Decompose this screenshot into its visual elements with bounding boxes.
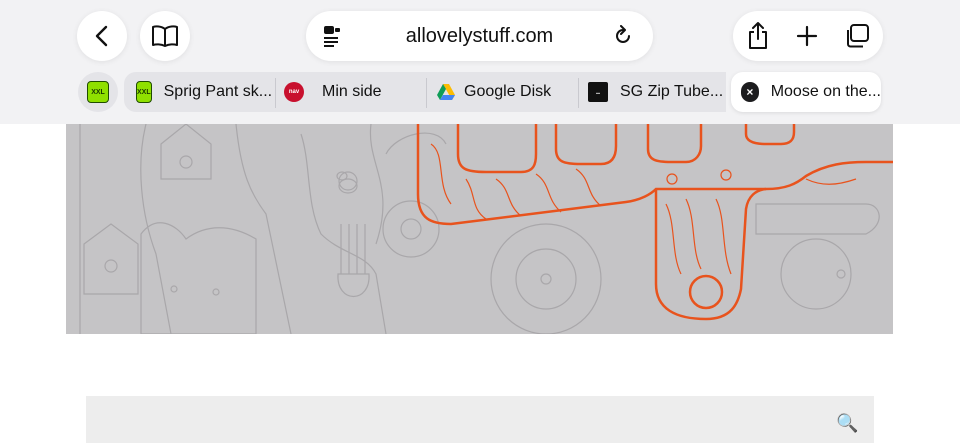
browser-toolbar: allovelystuff.com XXL XXL Sprig Pant sk.… — [0, 0, 960, 124]
tab-label: Moose on the... — [770, 83, 881, 100]
tab-sg-zip-tube[interactable]: ▬ SG Zip Tube... — [588, 72, 726, 112]
book-icon — [152, 25, 178, 47]
tab-strip: XXL XXL Sprig Pant sk... nav Min side Go… — [0, 72, 960, 114]
bookmarks-button[interactable] — [140, 11, 190, 61]
hero-illustration — [66, 124, 893, 334]
share-icon[interactable] — [746, 21, 770, 51]
sg-favicon: ▬ — [588, 82, 608, 102]
tab-label: SG Zip Tube... — [620, 83, 724, 100]
tab-min-side[interactable]: nav Min side — [284, 72, 422, 112]
search-icon[interactable]: 🔍 — [836, 413, 858, 434]
address-bar[interactable]: allovelystuff.com — [306, 11, 653, 61]
xxl-favicon: XXL — [136, 81, 152, 103]
tab-sprig-pant[interactable]: XXL Sprig Pant sk... — [136, 72, 272, 112]
tab-google-disk[interactable]: Google Disk — [436, 72, 574, 112]
right-toolbar-group — [733, 11, 883, 61]
url-text: allovelystuff.com — [405, 25, 554, 47]
tab-separator — [426, 78, 427, 108]
nav-favicon: nav — [284, 82, 304, 102]
close-icon[interactable]: × — [741, 82, 759, 102]
xxl-favicon: XXL — [87, 81, 109, 103]
tab-separator — [275, 78, 276, 108]
back-button[interactable] — [77, 11, 127, 61]
tab-separator — [578, 78, 579, 108]
search-bar[interactable] — [86, 396, 874, 443]
pinned-tab[interactable]: XXL — [78, 72, 118, 112]
tabs-icon[interactable] — [843, 23, 871, 49]
tab-label: Min side — [322, 83, 382, 100]
plus-icon[interactable] — [796, 25, 818, 47]
reload-icon[interactable] — [612, 25, 634, 47]
tab-moose-active[interactable]: × Moose on the... — [731, 72, 881, 112]
tab-label: Google Disk — [464, 83, 552, 100]
cutting-board-illustration — [79, 124, 893, 334]
google-drive-favicon — [437, 84, 455, 100]
tab-label: Sprig Pant sk... — [163, 83, 273, 100]
chevron-left-icon — [95, 25, 108, 47]
